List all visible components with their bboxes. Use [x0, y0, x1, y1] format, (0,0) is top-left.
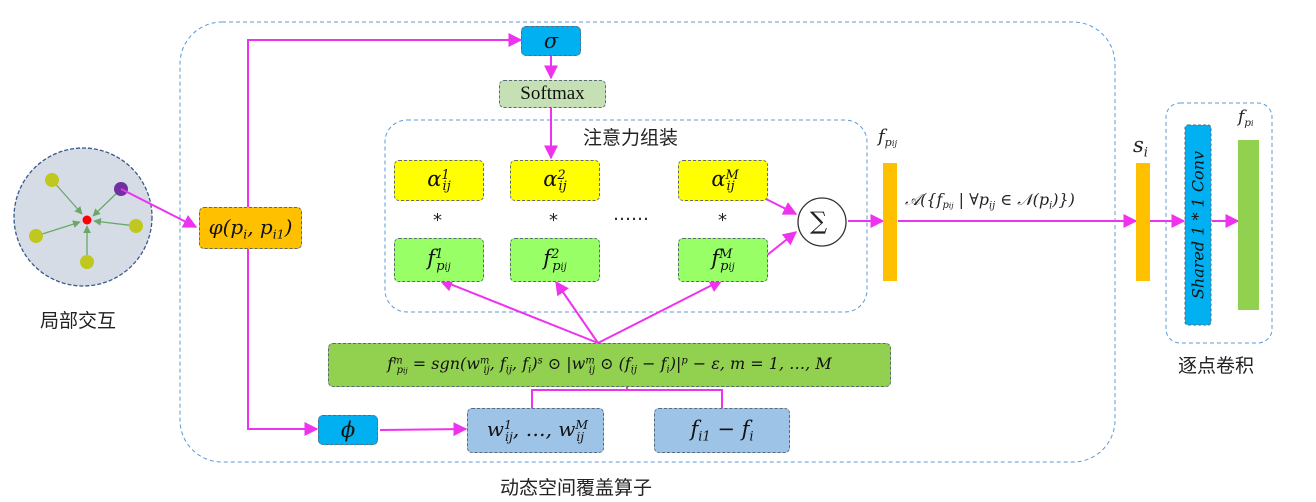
f-node-m: fMpij: [678, 238, 768, 282]
neighbor-point: [45, 173, 59, 187]
multiply-star-2: *: [549, 210, 558, 231]
label-dynamic-operator: 动态空间覆盖算子: [500, 477, 653, 499]
label-pointwise-conv: 逐点卷积: [1178, 355, 1255, 377]
w-set-node: w1ij, …, wMij: [467, 408, 604, 453]
f-node-2: f2pij: [510, 238, 600, 282]
phi-function-text: φ(pi, pi1): [208, 214, 293, 242]
f-pi-label: fpi: [1238, 107, 1254, 129]
f-node-1: f1pij: [394, 238, 484, 282]
formula-node: fmpij = sgn(wmij, fij, fi)s ⊙ |wmij ⊙ (f…: [328, 343, 891, 387]
f-pij-bar: [883, 163, 897, 281]
f-pij-label: fpij: [878, 126, 898, 149]
phi-function-node: φ(pi, pi1): [199, 207, 302, 249]
multiply-star-1: *: [433, 210, 442, 231]
softmax-node: Softmax: [499, 80, 606, 108]
diff-node: fi1 − fi: [654, 408, 790, 453]
f-pi-bar: [1238, 140, 1259, 310]
alpha-node-2: α2ij: [510, 160, 600, 201]
label-attention-assembly: 注意力组装: [583, 127, 679, 149]
shared-conv-label: Shared 1 * 1 Conv: [1188, 150, 1208, 300]
s-i-label: si: [1133, 133, 1148, 161]
multiply-star-m: *: [718, 210, 727, 231]
s-i-bar: [1136, 163, 1150, 281]
operator-container: [179, 21, 1116, 463]
label-local-interaction: 局部交互: [40, 310, 117, 332]
neighbor-point: [29, 229, 43, 243]
phi-small-node: ϕ: [318, 415, 378, 445]
center-point: [82, 215, 92, 225]
sum-symbol: ∑: [810, 207, 828, 235]
formula-text: fmpij = sgn(wmij, fij, fi)s ⊙ |wmij ⊙ (f…: [387, 354, 832, 376]
neighbor-point: [129, 219, 143, 233]
aggregate-label: 𝒜({fpij | ∀pij ∈ 𝒩(pi)}): [905, 190, 1075, 212]
ellipsis: ……: [613, 204, 649, 225]
sigma-node: σ: [521, 26, 581, 56]
alpha-node-m: αMij: [678, 160, 768, 201]
alpha-node-1: α1ij: [394, 160, 484, 201]
neighbor-point: [80, 255, 94, 269]
